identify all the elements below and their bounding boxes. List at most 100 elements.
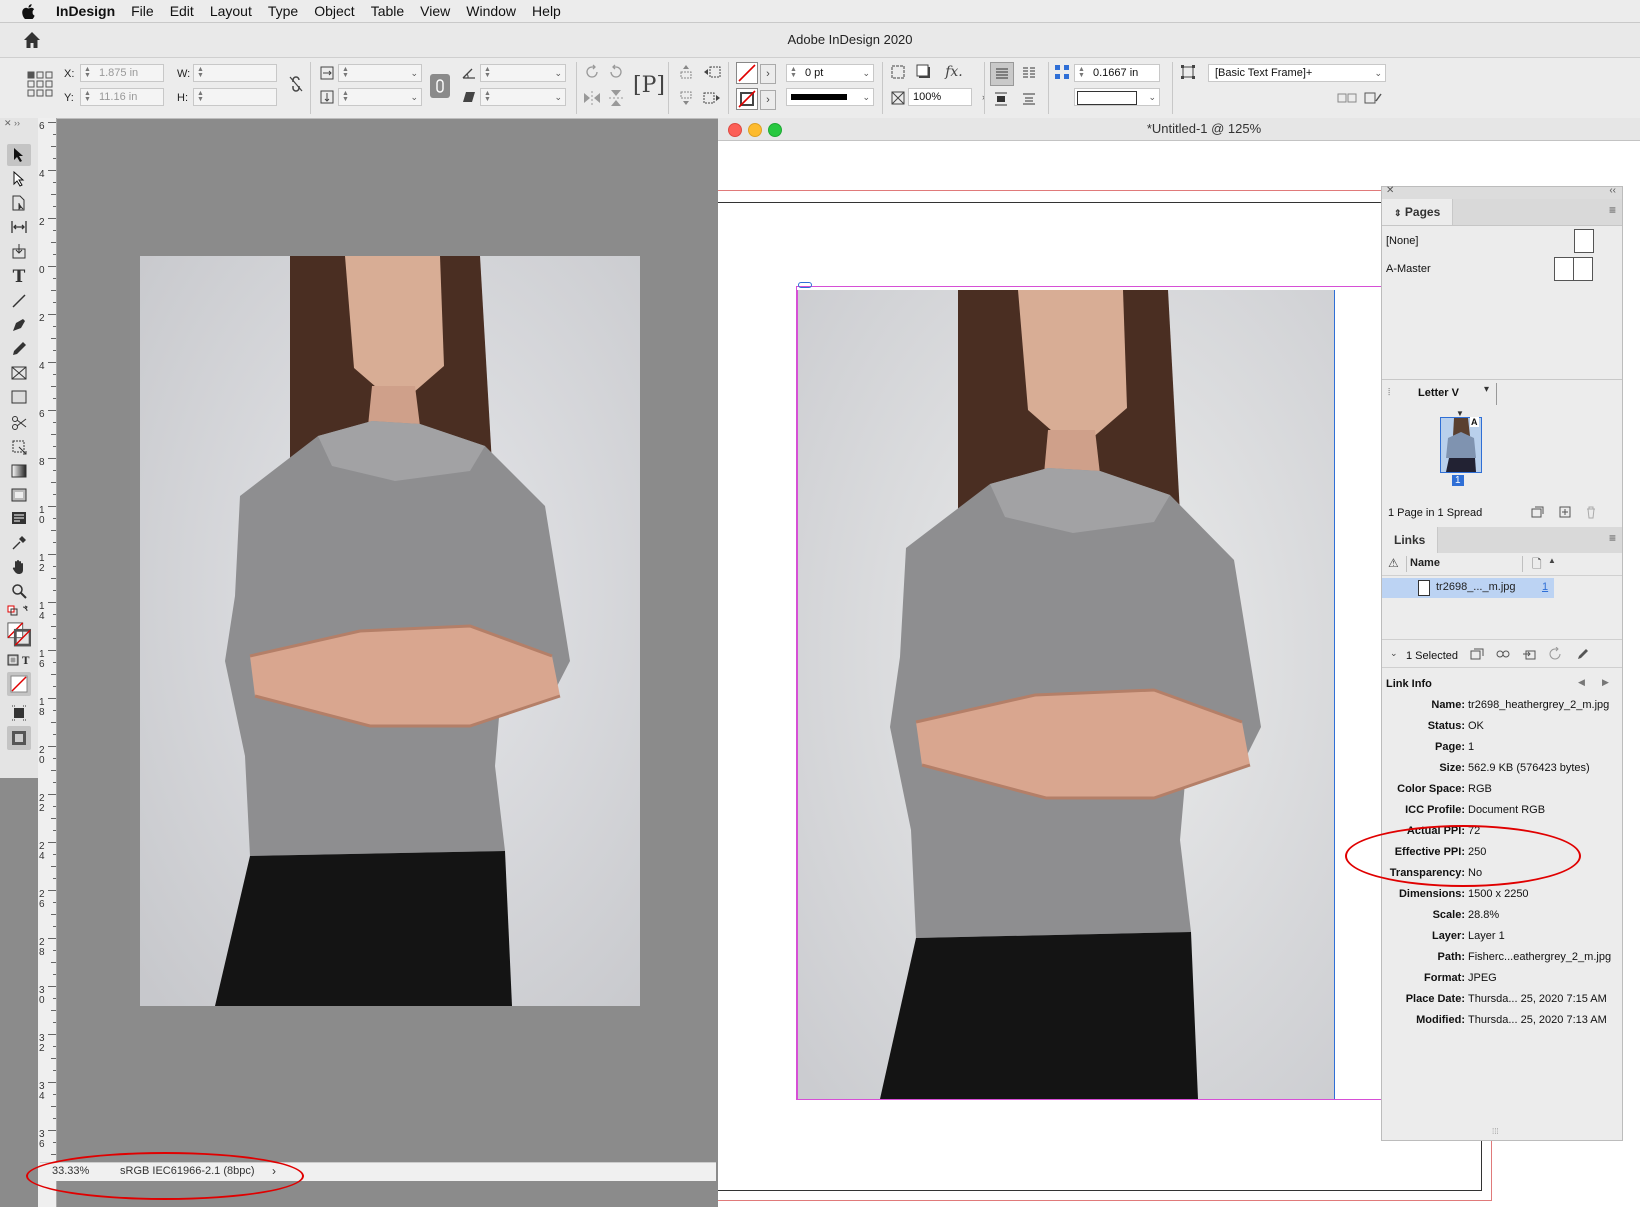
gradient-swatch-tool-icon[interactable] bbox=[7, 460, 31, 482]
paragraph-icon[interactable]: [P] bbox=[633, 70, 665, 100]
menu-type[interactable]: Type bbox=[260, 3, 306, 19]
y-field[interactable]: ▲ ▼ 11.16 in bbox=[80, 88, 164, 106]
fill-menu-arrow-icon[interactable]: › bbox=[760, 64, 776, 84]
rotate-ccw-icon[interactable] bbox=[606, 62, 626, 82]
page-tool-icon[interactable] bbox=[7, 192, 31, 214]
edit-page-size-icon[interactable] bbox=[1528, 503, 1546, 521]
screen-mode-preview-icon[interactable] bbox=[7, 702, 31, 724]
panel-collapse-icon[interactable]: ‹‹ bbox=[1609, 185, 1616, 196]
select-next-icon[interactable] bbox=[702, 88, 722, 108]
link-row[interactable]: tr2698_..._m.jpg 1 bbox=[1382, 578, 1554, 598]
rotate-field[interactable]: ▲ ▼ ⌄ bbox=[480, 64, 566, 82]
warning-column-icon[interactable]: ⚠ bbox=[1388, 556, 1399, 570]
w-field[interactable]: ▲ ▼ bbox=[193, 64, 277, 82]
tools-close-icon[interactable]: ✕ ›› bbox=[4, 118, 20, 129]
style-options-icon[interactable] bbox=[1362, 88, 1384, 108]
home-icon[interactable] bbox=[22, 30, 42, 50]
formatting-container-icon[interactable]: T bbox=[7, 652, 31, 668]
sort-ascending-icon[interactable]: ▲ bbox=[1548, 556, 1556, 565]
vertical-justify-icon[interactable] bbox=[990, 88, 1012, 110]
rotate-cw-icon[interactable] bbox=[582, 62, 602, 82]
menu-window[interactable]: Window bbox=[458, 3, 524, 19]
cc-libraries-icon[interactable] bbox=[1468, 645, 1486, 663]
stroke-type-dropdown[interactable]: ⌄ bbox=[786, 88, 874, 106]
direct-selection-tool-icon[interactable] bbox=[7, 168, 31, 190]
spacing-field[interactable]: ▲ ▼ 0.1667 in bbox=[1074, 64, 1160, 82]
default-fill-stroke-icon[interactable] bbox=[7, 604, 31, 618]
pen-tool-icon[interactable] bbox=[7, 314, 31, 336]
a-master-label[interactable]: A-Master bbox=[1386, 263, 1431, 275]
drop-shadow-icon[interactable] bbox=[914, 62, 934, 82]
scissors-tool-icon[interactable] bbox=[7, 412, 31, 434]
scale-x-field[interactable]: ▲ ▼ ⌄ bbox=[338, 64, 422, 82]
baseline-grid-icon[interactable] bbox=[1018, 88, 1040, 110]
stroke-menu-arrow-icon[interactable]: › bbox=[760, 90, 776, 110]
constrain-scale-icon[interactable] bbox=[430, 74, 450, 98]
constrain-proportions-icon[interactable] bbox=[286, 74, 306, 94]
eyedropper-tool-icon[interactable] bbox=[7, 532, 31, 554]
pages-tab[interactable]: ⇕ Pages bbox=[1382, 199, 1454, 225]
fx-icon[interactable]: fx. bbox=[942, 62, 966, 82]
menu-layout[interactable]: Layout bbox=[202, 3, 260, 19]
type-tool-icon[interactable]: T bbox=[7, 266, 31, 288]
line-tool-icon[interactable] bbox=[7, 290, 31, 312]
menu-table[interactable]: Table bbox=[363, 3, 412, 19]
edit-original-icon[interactable] bbox=[1574, 645, 1592, 663]
gradient-feather-tool-icon[interactable] bbox=[7, 484, 31, 506]
placed-image-frame[interactable] bbox=[797, 290, 1335, 1099]
gap-tool-icon[interactable] bbox=[7, 216, 31, 238]
select-container-icon[interactable] bbox=[676, 62, 696, 82]
content-collector-tool-icon[interactable] bbox=[7, 240, 31, 262]
flip-vertical-icon[interactable] bbox=[606, 88, 626, 108]
relink-icon[interactable] bbox=[1494, 645, 1512, 663]
name-column-header[interactable]: Name bbox=[1410, 557, 1440, 569]
rectangle-frame-tool-icon[interactable] bbox=[7, 362, 31, 384]
object-style-dropdown[interactable]: [Basic Text Frame]+ ⌄ bbox=[1208, 64, 1386, 82]
clear-overrides-icon[interactable] bbox=[1336, 88, 1358, 108]
pencil-tool-icon[interactable] bbox=[7, 338, 31, 360]
a-master-right-thumb[interactable] bbox=[1573, 257, 1593, 281]
reference-point-icon[interactable] bbox=[26, 70, 54, 98]
opacity-field[interactable]: 100%› bbox=[908, 88, 985, 106]
content-grabber-icon[interactable] bbox=[798, 282, 812, 288]
note-tool-icon[interactable] bbox=[7, 508, 31, 530]
stroke-swatch-none-icon[interactable] bbox=[736, 88, 758, 110]
zoom-tool-icon[interactable] bbox=[7, 580, 31, 602]
links-tab[interactable]: Links bbox=[1382, 527, 1439, 553]
menu-view[interactable]: View bbox=[412, 3, 458, 19]
pages-panel-menu-icon[interactable]: ≡ bbox=[1609, 203, 1616, 217]
page-1-number[interactable]: 1 bbox=[1452, 475, 1464, 486]
next-link-icon[interactable]: ▶ bbox=[1602, 677, 1609, 688]
menu-indesign[interactable]: InDesign bbox=[48, 3, 123, 19]
screen-mode-normal-icon[interactable] bbox=[7, 726, 31, 750]
select-content-icon[interactable] bbox=[676, 88, 696, 108]
none-master-thumb[interactable] bbox=[1574, 229, 1594, 253]
new-page-icon[interactable] bbox=[1556, 503, 1574, 521]
shear-field[interactable]: ▲ ▼ ⌄ bbox=[480, 88, 566, 106]
menu-object[interactable]: Object bbox=[306, 3, 362, 19]
frame-fitting-dropdown[interactable]: ⌄ bbox=[1074, 88, 1160, 106]
none-master-label[interactable]: [None] bbox=[1386, 235, 1418, 247]
delete-page-icon[interactable] bbox=[1582, 503, 1600, 521]
free-transform-tool-icon[interactable] bbox=[7, 436, 31, 458]
panel-resize-grip-icon[interactable]: ⁞⁞⁞ bbox=[1492, 1127, 1499, 1136]
fill-swatch-none-icon[interactable] bbox=[736, 62, 758, 84]
hand-tool-icon[interactable] bbox=[7, 556, 31, 578]
update-link-icon[interactable] bbox=[1546, 645, 1564, 663]
menu-edit[interactable]: Edit bbox=[162, 3, 202, 19]
effects-rect-icon[interactable] bbox=[888, 62, 908, 82]
page-size-dropdown[interactable]: Letter V bbox=[1418, 387, 1459, 399]
flip-horizontal-icon[interactable] bbox=[582, 88, 602, 108]
a-master-left-thumb[interactable] bbox=[1554, 257, 1574, 281]
rectangle-tool-icon[interactable] bbox=[7, 386, 31, 408]
panel-close-icon[interactable]: ✕ bbox=[1386, 185, 1394, 196]
apply-none-icon[interactable] bbox=[7, 672, 31, 696]
text-columns-icon[interactable] bbox=[1018, 62, 1040, 84]
collapse-chevron-icon[interactable]: ⌄ bbox=[1390, 648, 1398, 659]
stroke-weight-field[interactable]: ▲ ▼ 0 pt ⌄ bbox=[786, 64, 874, 82]
links-panel-menu-icon[interactable]: ≡ bbox=[1609, 531, 1616, 545]
go-to-link-icon[interactable] bbox=[1520, 645, 1538, 663]
align-text-icon[interactable] bbox=[990, 62, 1014, 86]
selection-tool-icon[interactable] bbox=[7, 144, 31, 166]
link-page-number[interactable]: 1 bbox=[1542, 581, 1548, 593]
